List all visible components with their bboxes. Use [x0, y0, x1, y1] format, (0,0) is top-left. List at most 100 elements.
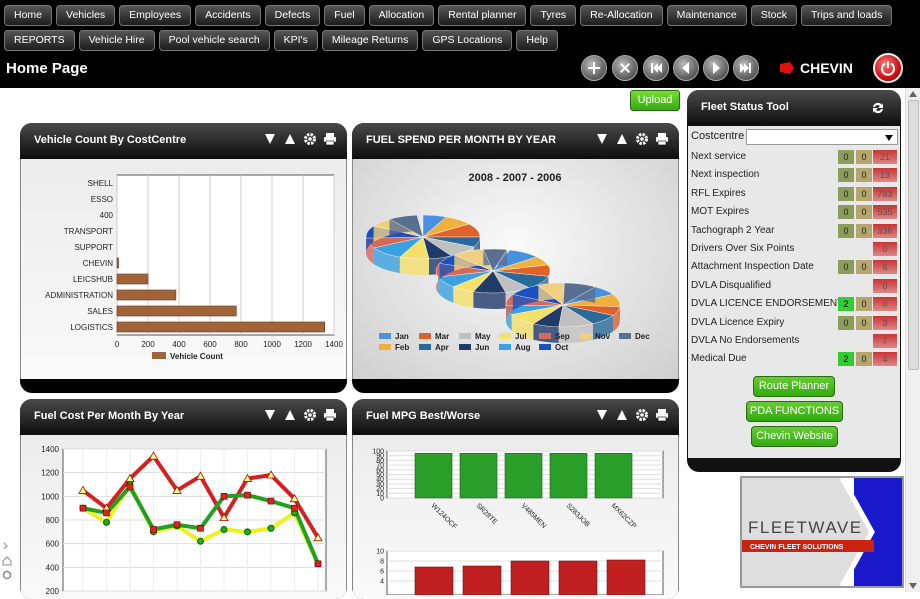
add-button[interactable] — [581, 55, 607, 81]
collapse-icon[interactable] — [263, 132, 277, 146]
count-amber[interactable]: 0 — [856, 352, 872, 367]
count-red[interactable]: 4 — [873, 352, 897, 367]
count-red[interactable]: 783 — [873, 186, 897, 201]
count-amber[interactable]: 0 — [856, 150, 872, 164]
count-green[interactable]: 0 — [838, 186, 854, 201]
nav-mileage-returns[interactable]: Mileage Returns — [321, 30, 419, 51]
fleet-status-row[interactable]: DVLA No Endorsements 7 — [691, 332, 898, 350]
fleet-status-row[interactable]: Attachment Inspection Date 0 0 6 — [691, 258, 898, 276]
nav-allocation[interactable]: Allocation — [368, 5, 435, 26]
nav-kpi-s[interactable]: KPI's — [273, 30, 318, 51]
nav-rental-planner[interactable]: Rental planner — [438, 5, 527, 26]
count-amber[interactable]: 0 — [856, 315, 872, 330]
previous-button[interactable] — [673, 55, 699, 81]
count-green[interactable]: 0 — [838, 168, 854, 183]
expand-icon[interactable] — [615, 408, 629, 422]
print-icon[interactable] — [323, 132, 337, 146]
home-icon[interactable] — [2, 556, 12, 566]
expand-icon[interactable] — [615, 132, 629, 146]
nav-defects[interactable]: Defects — [264, 5, 321, 26]
vertical-scrollbar[interactable] — [905, 88, 920, 592]
fleet-status-row[interactable]: MOT Expires 0 0 535 — [691, 203, 898, 221]
count-red[interactable]: 0 — [873, 242, 897, 256]
print-icon[interactable] — [655, 132, 669, 146]
fleet-status-row[interactable]: Medical Due 2 0 4 — [691, 350, 898, 368]
fleet-status-row[interactable]: DVLA Disqualified 0 — [691, 277, 898, 295]
count-green[interactable]: 0 — [838, 223, 854, 238]
fleetwave-banner[interactable]: FLEETWAVE CHEVIN FLEET SOLUTIONS — [740, 476, 904, 588]
count-amber[interactable]: 0 — [856, 260, 872, 275]
count-amber[interactable]: 0 — [856, 168, 872, 183]
count-red[interactable]: 21 — [873, 150, 897, 164]
delete-button[interactable] — [612, 55, 638, 81]
nav-vehicle-hire[interactable]: Vehicle Hire — [78, 30, 155, 51]
fleet-status-row[interactable]: Tachograph 2 Year 0 0 336 — [691, 222, 898, 240]
nav-trips-and-loads[interactable]: Trips and loads — [801, 5, 893, 26]
count-green[interactable]: 2 — [838, 297, 854, 312]
count-red[interactable]: 7 — [873, 334, 897, 348]
nav-fuel[interactable]: Fuel — [324, 5, 365, 26]
gear-icon[interactable] — [303, 132, 317, 146]
refresh-icon[interactable] — [871, 101, 885, 115]
nav-pool-vehicle-search[interactable]: Pool vehicle search — [158, 30, 270, 51]
last-record-button[interactable] — [733, 55, 759, 81]
chevin-website-button[interactable]: Chevin Website — [751, 426, 838, 447]
count-amber[interactable]: 0 — [856, 205, 872, 220]
count-red[interactable]: 3 — [873, 315, 897, 330]
count-amber[interactable]: 0 — [856, 223, 872, 238]
scroll-up-icon[interactable] — [909, 91, 917, 97]
count-amber[interactable]: 0 — [856, 186, 872, 201]
scroll-down-icon[interactable] — [909, 583, 917, 589]
pda-functions-button[interactable]: PDA FUNCTIONS — [746, 401, 843, 422]
nav-tyres[interactable]: Tyres — [530, 5, 577, 26]
nav-vehicles[interactable]: Vehicles — [56, 5, 116, 26]
fleet-status-row[interactable]: DVLA Licence Expiry 0 0 3 — [691, 314, 898, 332]
fleet-status-row[interactable]: Drivers Over Six Points 0 — [691, 240, 898, 258]
nav-accidents[interactable]: Accidents — [195, 5, 261, 26]
count-red[interactable]: 13 — [873, 168, 897, 183]
expand-sidebar-icon[interactable] — [2, 541, 12, 551]
print-icon[interactable] — [323, 408, 337, 422]
costcentre-select[interactable] — [746, 129, 898, 145]
fleet-status-row[interactable]: RFL Expires 0 0 783 — [691, 185, 898, 203]
settings-icon[interactable] — [2, 570, 12, 580]
count-green[interactable]: 0 — [838, 150, 854, 164]
logout-button[interactable] — [873, 53, 903, 83]
nav-maintenance[interactable]: Maintenance — [666, 5, 747, 26]
expand-icon[interactable] — [283, 132, 297, 146]
fleet-status-row[interactable]: DVLA LICENCE ENDORSEMENTS 2 0 0 — [691, 295, 898, 313]
gear-icon[interactable] — [635, 132, 649, 146]
scrollbar-thumb[interactable] — [908, 100, 919, 370]
nav-stock[interactable]: Stock — [750, 5, 797, 26]
count-green[interactable]: 2 — [838, 352, 854, 367]
count-red[interactable]: 336 — [873, 223, 897, 238]
print-icon[interactable] — [655, 408, 669, 422]
nav-employees[interactable]: Employees — [119, 5, 192, 26]
collapse-icon[interactable] — [595, 132, 609, 146]
count-green[interactable]: 0 — [838, 260, 854, 275]
count-red[interactable]: 535 — [873, 205, 897, 220]
nav-gps-locations[interactable]: GPS Locations — [422, 30, 513, 51]
count-red[interactable]: 0 — [873, 278, 897, 293]
fleet-status-row[interactable]: Next inspection 0 0 13 — [691, 166, 898, 184]
first-record-button[interactable] — [643, 55, 669, 81]
count-green[interactable]: 0 — [838, 205, 854, 220]
nav-home[interactable]: Home — [4, 5, 53, 26]
upload-button[interactable]: Upload — [630, 90, 680, 111]
count-amber[interactable]: 0 — [856, 297, 872, 312]
expand-icon[interactable] — [283, 408, 297, 422]
collapse-icon[interactable] — [595, 408, 609, 422]
nav-reports[interactable]: REPORTS — [4, 30, 75, 51]
gear-icon[interactable] — [635, 408, 649, 422]
route-planner-button[interactable]: Route Planner — [753, 376, 835, 397]
nav-re-allocation[interactable]: Re-Allocation — [580, 5, 663, 26]
count-green[interactable]: 0 — [838, 315, 854, 330]
gear-icon[interactable] — [303, 408, 317, 422]
fleet-status-label: DVLA Licence Expiry — [691, 316, 785, 328]
nav-help[interactable]: Help — [516, 30, 558, 51]
fleet-status-row[interactable]: Next service 0 0 21 — [691, 148, 898, 166]
collapse-icon[interactable] — [263, 408, 277, 422]
count-red[interactable]: 6 — [873, 260, 897, 275]
count-red[interactable]: 0 — [873, 297, 897, 312]
next-button[interactable] — [703, 55, 729, 81]
